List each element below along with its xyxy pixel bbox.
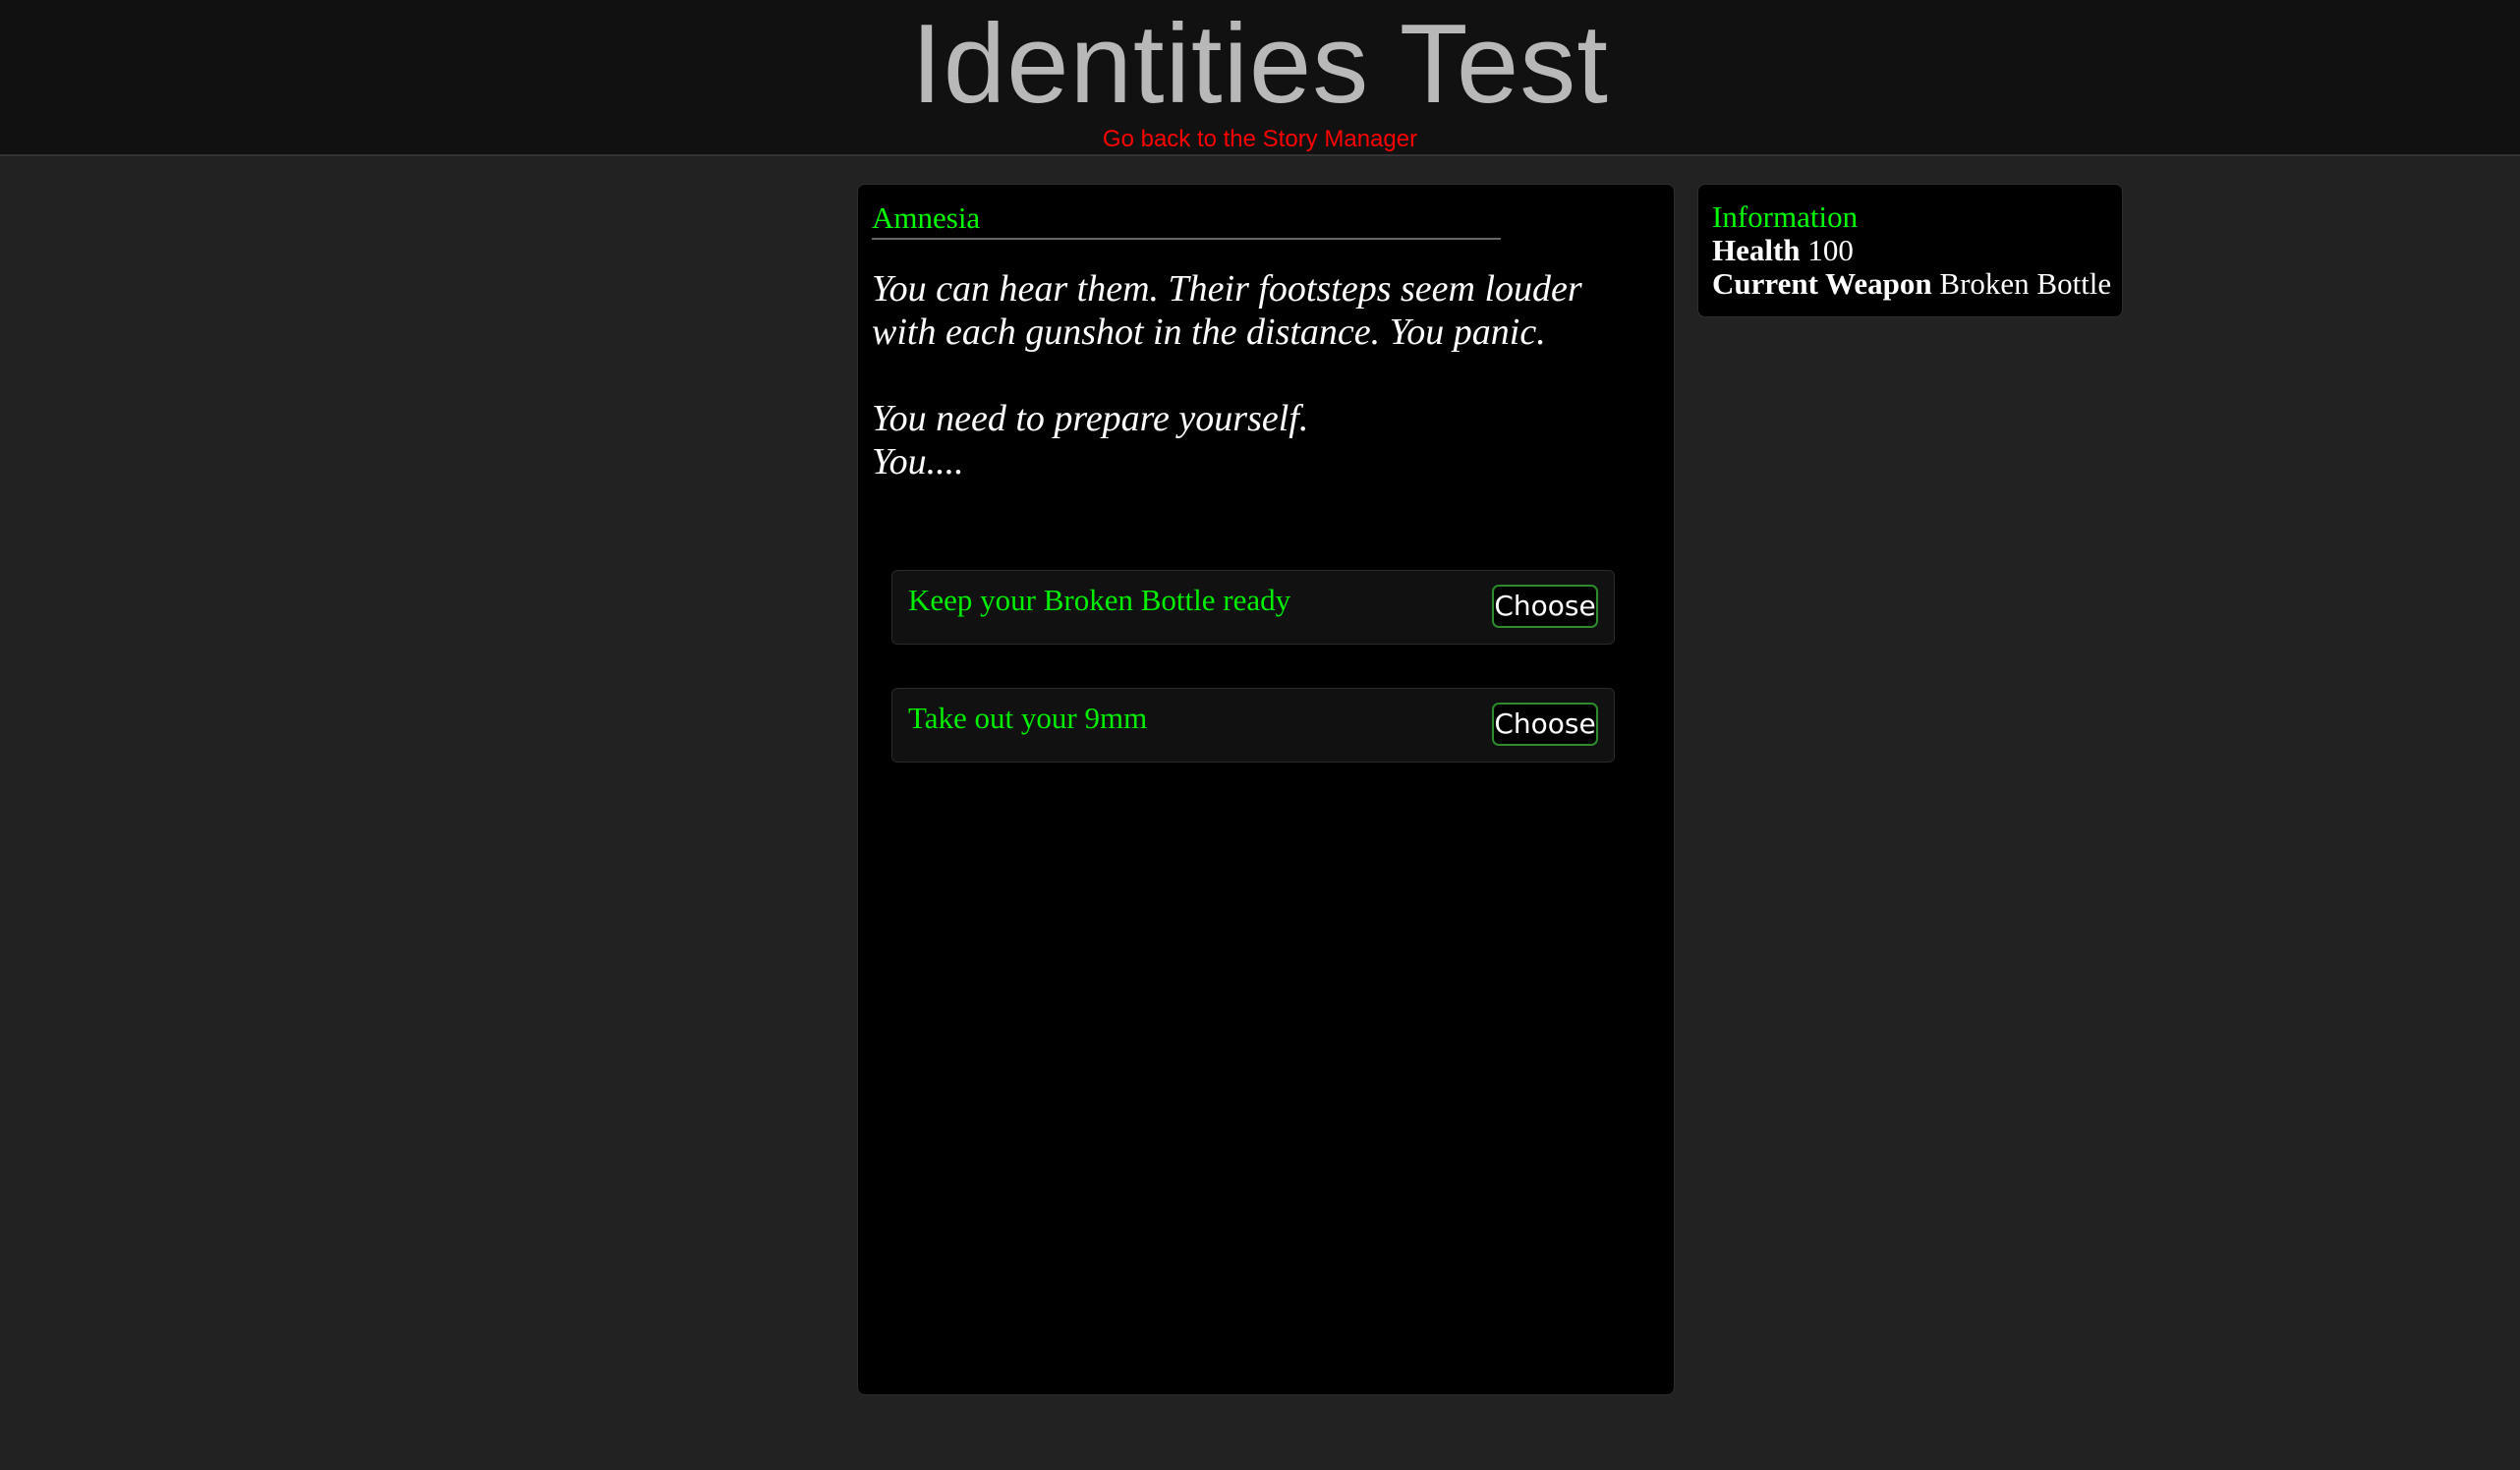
story-paragraph: You can hear them. Their footsteps seem … xyxy=(872,268,1582,353)
story-text: You can hear them. Their footsteps seem … xyxy=(872,267,1638,483)
weapon-row: Current Weapon Broken Bottle xyxy=(1712,267,2111,301)
story-manager-link[interactable]: Go back to the Story Manager xyxy=(0,126,2520,153)
page-title: Identities Test xyxy=(911,2,1609,127)
health-value: 100 xyxy=(1807,233,1854,267)
story-paragraph: You need to prepare yourself. xyxy=(872,398,1309,439)
choice-item: Keep your Broken Bottle ready Choose xyxy=(891,570,1615,645)
choice-label: Take out your 9mm xyxy=(908,701,1148,735)
health-label: Health xyxy=(1712,233,1801,267)
story-title: Amnesia xyxy=(872,200,1501,240)
page-header: Identities Test Go back to the Story Man… xyxy=(0,0,2520,156)
choice-label: Keep your Broken Bottle ready xyxy=(908,583,1291,617)
health-row: Health 100 xyxy=(1712,234,1854,267)
choice-item: Take out your 9mm Choose xyxy=(891,688,1615,763)
choose-button[interactable]: Choose xyxy=(1492,703,1598,746)
information-panel: Information Health 100 Current Weapon Br… xyxy=(1697,184,2123,317)
story-paragraph: You.... xyxy=(872,441,964,482)
weapon-label: Current Weapon xyxy=(1712,266,1932,301)
story-panel: Amnesia You can hear them. Their footste… xyxy=(857,184,1675,1395)
weapon-value: Broken Bottle xyxy=(1939,266,2112,301)
information-title: Information xyxy=(1712,199,1859,234)
choose-button[interactable]: Choose xyxy=(1492,585,1598,628)
